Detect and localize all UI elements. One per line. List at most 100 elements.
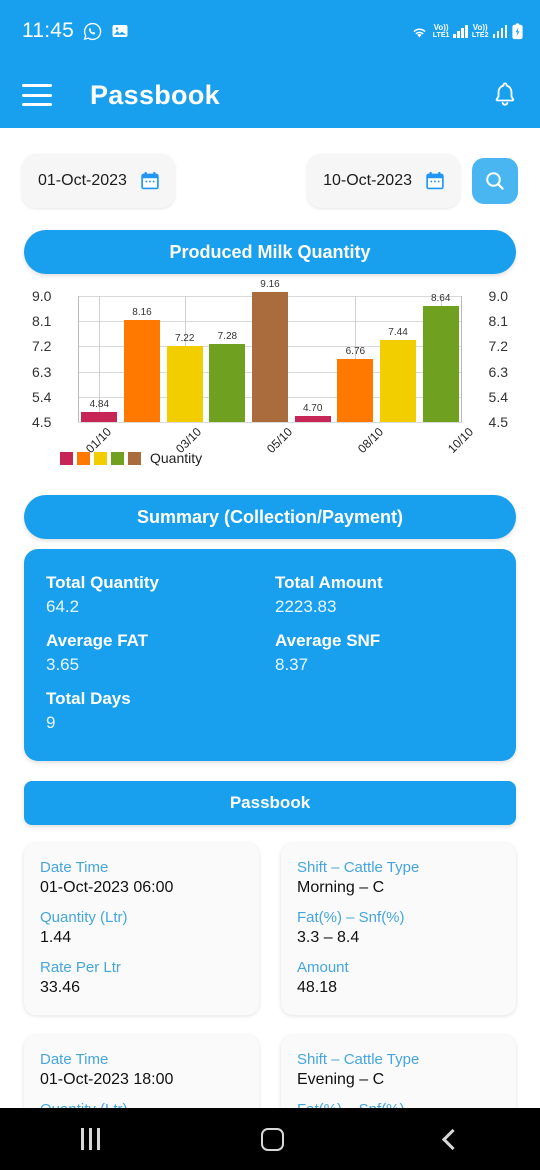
- entry-field-value: Morning – C: [297, 879, 385, 896]
- bar-slot: 7.22: [163, 296, 206, 422]
- legend-swatch: [128, 451, 141, 465]
- summary-card: Total Quantity Total Amount 64.2 2223.83 Ave…: [24, 549, 516, 761]
- bar-slot: 8.16: [121, 296, 164, 422]
- y-tick-right: 5.4: [488, 388, 508, 405]
- y-tick-left: 7.2: [32, 338, 52, 355]
- bar-value-label: 8.16: [132, 306, 152, 318]
- whatsapp-icon: [83, 22, 102, 40]
- gridline: [78, 422, 462, 423]
- chart-bar[interactable]: 4.84: [81, 399, 118, 422]
- bar-value-label: 4.70: [302, 403, 323, 415]
- bar-slot: 8.64: [419, 293, 462, 422]
- entry-field-label: Rate Per Ltr: [40, 959, 121, 976]
- chart-bar[interactable]: 8.16: [124, 307, 160, 422]
- entry-field-value: 01-Oct-2023 18:00: [40, 1071, 174, 1088]
- legend-swatch: [111, 451, 124, 465]
- chart-bar[interactable]: 6.76: [337, 346, 374, 422]
- summary-label: Total Amount: [275, 573, 383, 592]
- entry-field-value: 1.44: [40, 929, 72, 946]
- bar-slot: 7.44: [377, 296, 420, 422]
- milk-quantity-chart: 4.5 5.4 6.3 7.2 8.1 9.0 4.5 5.4 6.3 7.2 8.1 9.0 4.…: [0, 279, 540, 473]
- summary-value: 64.2: [46, 597, 80, 616]
- y-tick-right: 8.1: [488, 313, 508, 330]
- bar-slot: 6.76: [334, 296, 377, 422]
- entry-field-value: 48.18: [297, 979, 338, 996]
- y-tick-left: 5.4: [32, 388, 52, 405]
- summary-value: 8.37: [275, 655, 309, 674]
- bar-value-label: 4.84: [89, 399, 110, 411]
- legend-label: Quantity: [150, 450, 203, 466]
- chart-bar[interactable]: 7.22: [166, 333, 203, 422]
- chart-bar[interactable]: 8.64: [422, 293, 459, 422]
- home-icon[interactable]: [260, 1127, 284, 1151]
- recents-icon[interactable]: [80, 1128, 100, 1150]
- bar-value-label: 7.22: [174, 332, 195, 344]
- calendar-icon[interactable]: [424, 170, 446, 192]
- y-tick-right: 6.3: [488, 363, 508, 380]
- summary-label: Total Days: [46, 689, 131, 708]
- app-bar: Passbook: [0, 62, 540, 128]
- search-icon: [486, 172, 504, 190]
- from-date-field[interactable]: 01-Oct-2023: [22, 154, 175, 208]
- summary-label: Total Quantity: [46, 573, 160, 592]
- hamburger-icon[interactable]: [22, 84, 52, 106]
- volte1-label: Vo)): [433, 22, 449, 32]
- summary-value: 9: [46, 713, 56, 732]
- wifi-icon: [413, 28, 426, 37]
- entry-field-label: Quantity (Ltr): [40, 909, 128, 926]
- calendar-icon[interactable]: [139, 170, 161, 192]
- entry-field-value: 3.3 – 8.4: [297, 929, 360, 946]
- search-button[interactable]: [472, 158, 518, 204]
- chart-header: Produced Milk Quantity: [24, 230, 516, 274]
- volte2-sub: LTE2: [471, 31, 489, 39]
- volte2-icon: Vo)) LTE2: [471, 22, 489, 39]
- entry-field-label: Date Time: [40, 859, 109, 876]
- y-tick-left: 8.1: [32, 313, 52, 330]
- back-icon[interactable]: [441, 1128, 463, 1150]
- passbook-entry-card: Date Time 01-Oct-2023 06:00 Quantity (Ltr)…: [24, 843, 259, 1015]
- y-tick-right: 7.2: [488, 338, 508, 355]
- chart-bar[interactable]: 4.70: [294, 403, 331, 422]
- chart-bar[interactable]: 7.28: [209, 331, 246, 422]
- to-date-field[interactable]: 10-Oct-2023: [307, 154, 460, 208]
- date-filter-row: 01-Oct-2023 10-Oct-2023: [0, 128, 540, 208]
- legend-swatches: [60, 451, 141, 465]
- entry-field-label: Amount: [297, 959, 349, 976]
- entry-field-label: Fat(%) – Snf(%): [297, 909, 405, 926]
- chart-bars: 4.84 8.16 7.22 7.28 9.16 4.70 6.76 7.44 8.64: [78, 279, 462, 422]
- status-time: 11:45: [22, 19, 74, 42]
- page-title: Passbook: [90, 79, 220, 110]
- summary-label: Average FAT: [46, 631, 149, 650]
- entry-field-label: Shift – Cattle Type: [297, 859, 420, 876]
- y-tick-left: 9.0: [32, 288, 52, 304]
- chart-bar[interactable]: 9.16: [252, 279, 288, 422]
- legend-swatch: [60, 451, 73, 465]
- chart-bar[interactable]: 7.44: [380, 327, 416, 422]
- volte2-label: Vo)): [472, 22, 488, 32]
- entry-field-label: Date Time: [40, 1051, 109, 1068]
- status-bar: 11:45 Vo)) LTE1 Vo)) LTE2: [0, 0, 540, 62]
- bar-slot: 7.28: [206, 296, 249, 422]
- legend-swatch: [77, 451, 90, 465]
- main-content: 01-Oct-2023 10-Oct-2023 Produced Milk Qu…: [0, 128, 540, 1168]
- bar-value-label: 9.16: [260, 278, 280, 290]
- y-tick-right: 4.5: [488, 414, 508, 430]
- entry-field-value: 33.46: [40, 979, 81, 996]
- phone-screen: 11:45 Vo)) LTE1 Vo)) LTE2 Passbook 01-Oc…: [0, 0, 540, 1170]
- passbook-entry[interactable]: Date Time 01-Oct-2023 06:00 Quantity (Ltr)…: [24, 843, 516, 1015]
- entry-field-label: Shift – Cattle Type: [297, 1051, 420, 1068]
- to-date-value: 10-Oct-2023: [323, 172, 412, 189]
- entry-field-value: 01-Oct-2023 06:00: [40, 879, 174, 896]
- summary-label: [275, 683, 494, 711]
- status-bar-right: Vo)) LTE1 Vo)) LTE2: [410, 22, 524, 40]
- passbook-entry-card: Shift – Cattle Type Morning – C Fat(%) – S…: [281, 843, 516, 1015]
- bar-value-label: 6.76: [345, 345, 366, 357]
- y-tick-right: 9.0: [488, 288, 508, 304]
- bar-slot: 4.70: [291, 296, 334, 422]
- bar-slot: 9.16: [249, 279, 292, 422]
- chart-plot-area: 4.84 8.16 7.22 7.28 9.16 4.70 6.76 7.44 8.64: [78, 279, 462, 423]
- gallery-icon: [112, 25, 128, 37]
- volte1-sub: LTE1: [432, 31, 450, 39]
- bar-value-label: 7.28: [217, 331, 238, 343]
- bell-icon[interactable]: [492, 81, 518, 109]
